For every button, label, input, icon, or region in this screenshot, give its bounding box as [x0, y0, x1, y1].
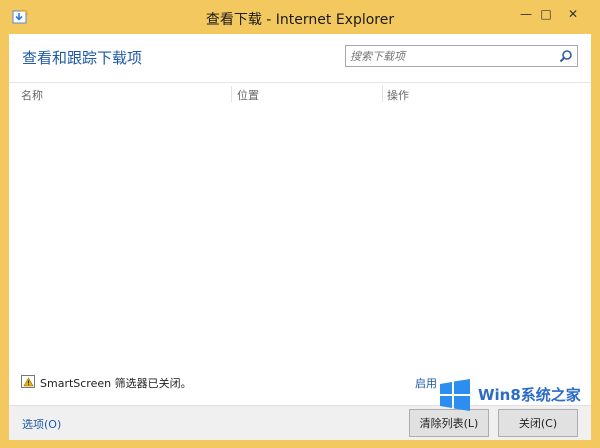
- header-divider: [9, 82, 591, 83]
- page-title: 查看和跟踪下载项: [22, 49, 143, 67]
- close-window-button[interactable]: ✕: [555, 3, 591, 25]
- column-separator[interactable]: [382, 86, 383, 102]
- minimize-icon: —: [520, 7, 532, 21]
- maximize-icon: □: [540, 7, 552, 21]
- search-box[interactable]: [345, 45, 578, 67]
- close-icon: ✕: [567, 7, 579, 21]
- smartscreen-status-text: SmartScreen 筛选器已关闭。: [40, 377, 192, 390]
- column-header-row: 名称 位置 操作: [9, 86, 591, 104]
- column-separator[interactable]: [231, 86, 232, 102]
- title-bar[interactable]: 查看下载 - Internet Explorer — □ ✕: [0, 0, 600, 34]
- enable-smartscreen-link[interactable]: 启用: [415, 375, 437, 391]
- windows-logo-icon: [440, 379, 470, 411]
- watermark-text: Win8系统之家: [478, 386, 581, 404]
- search-input[interactable]: [350, 48, 555, 64]
- download-list: [9, 104, 591, 364]
- column-header-location[interactable]: 位置: [237, 87, 259, 103]
- window-title: 查看下载 - Internet Explorer: [205, 12, 395, 28]
- warning-shield-icon: [21, 375, 35, 388]
- options-link[interactable]: 选项(O): [22, 416, 61, 432]
- column-header-actions[interactable]: 操作: [387, 87, 409, 103]
- ie-download-window: 查看下载 - Internet Explorer — □ ✕ 查看和跟踪下载项 …: [0, 0, 600, 448]
- column-header-name[interactable]: 名称: [21, 87, 43, 103]
- watermark: Win8系统之家: [436, 376, 586, 414]
- search-icon[interactable]: [559, 49, 573, 63]
